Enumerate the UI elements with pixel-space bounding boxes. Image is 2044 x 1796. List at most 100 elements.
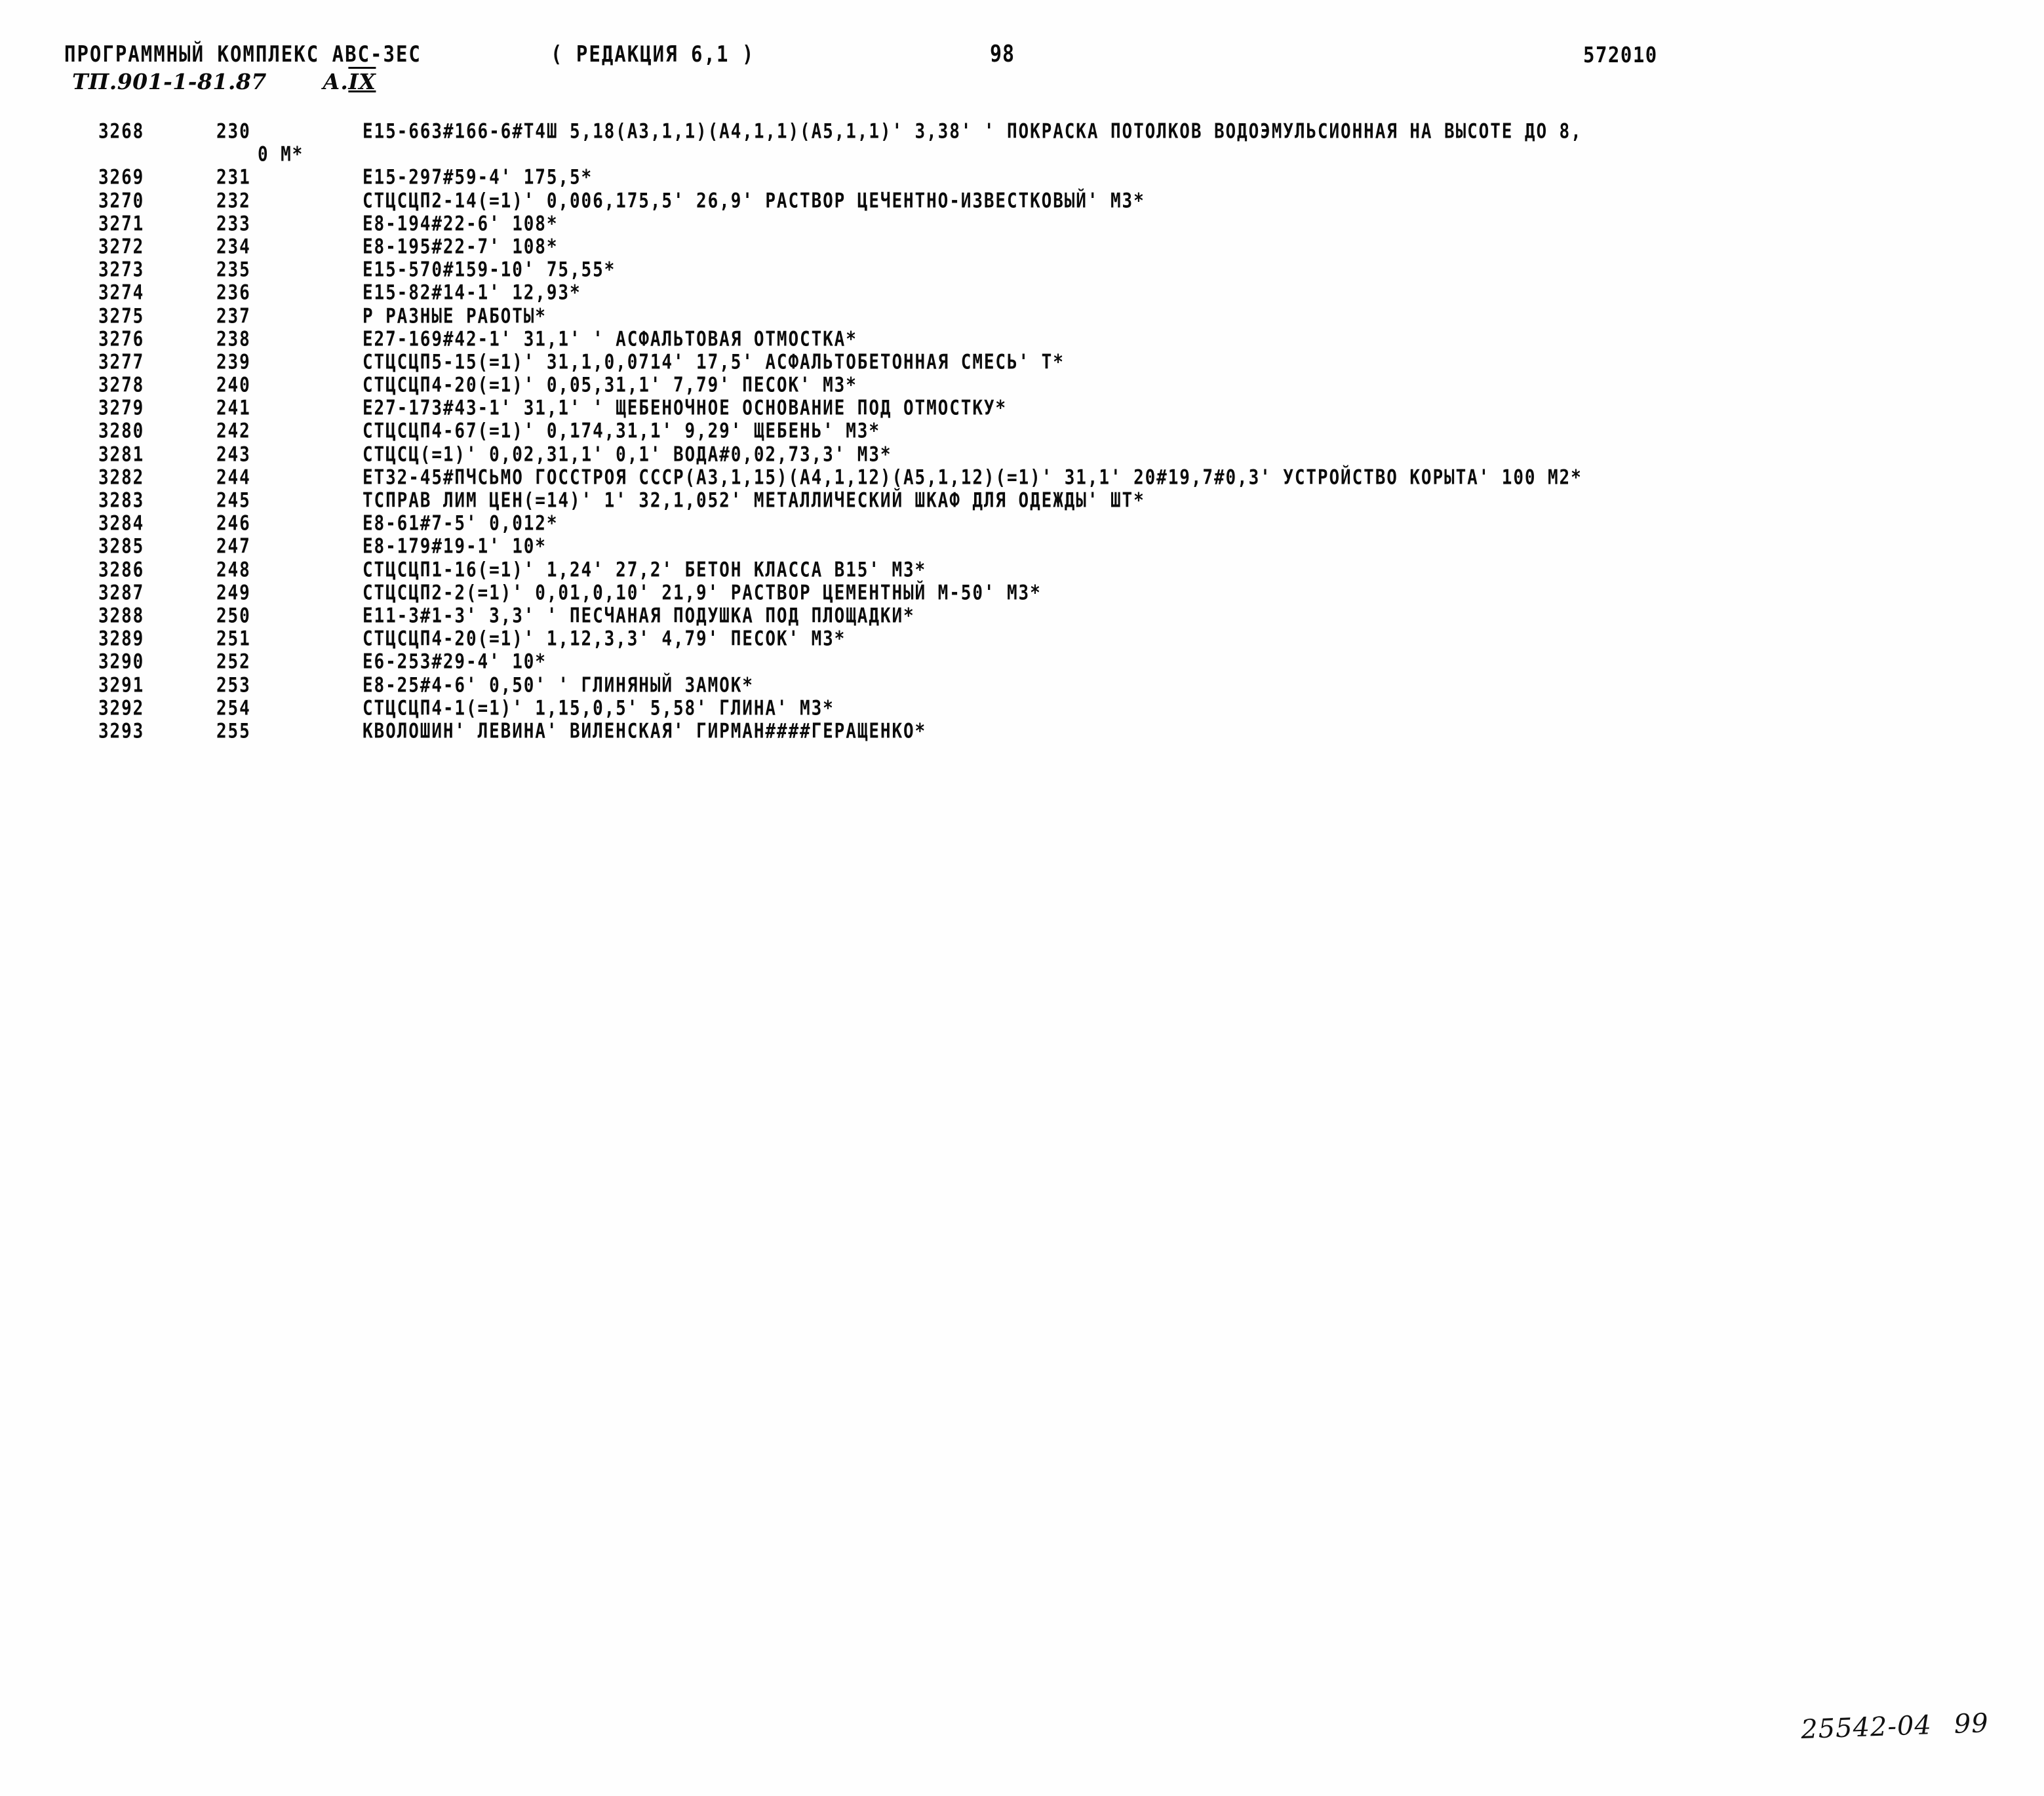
row-sequence-number: 3268: [98, 120, 145, 144]
row-position-number: 251: [216, 627, 251, 652]
page-header-handwritten-line: ТП.901-1-81.87 А.IX: [0, 69, 2044, 100]
row-record-text: Е15-82#14-1' 12,93*: [363, 281, 581, 305]
row-position-number: 246: [216, 512, 251, 536]
row-position-number: 250: [216, 604, 251, 628]
listing-row: 3276 238 Е27-169#42-1' 31,1' ' АСФАЛЬТОВАЯ…: [0, 328, 2044, 351]
row-position-number: 238: [216, 327, 251, 351]
row-record-text: СТЦСЦП4-67(=1)' 0,174,31,1' 9,29' ЩЕБЕНЬ…: [363, 420, 880, 444]
row-sequence-number: 3282: [98, 465, 145, 490]
row-sequence-number: 3291: [98, 673, 145, 697]
row-position-number: 252: [216, 650, 251, 674]
listing-row: 3290 252 Е6-253#29-4' 10*: [0, 650, 2044, 674]
row-sequence-number: 3292: [98, 696, 145, 720]
row-position-number: 245: [216, 489, 251, 513]
row-sequence-number: 3285: [98, 535, 145, 559]
program-edition: ( РЕДАКЦИЯ 6,1 ): [551, 41, 755, 68]
row-record-text: ЕТ32-45#ПЧСЬМО ГОССТРОЯ СССР(А3,1,15)(А4…: [363, 465, 1582, 490]
row-position-number: 254: [216, 696, 251, 720]
listing-row-continuation: 0 М*: [0, 143, 2044, 166]
row-sequence-number: 3269: [98, 166, 145, 190]
row-position-number: 248: [216, 558, 251, 582]
document-code: 572010: [1583, 42, 1658, 68]
row-sequence-number: 3272: [98, 235, 145, 259]
listing-row: 3283 245 ТСПРАВ ЛИМ ЦЕН(=14)' 1' 32,1,052'…: [0, 489, 2044, 513]
row-position-number: 234: [216, 235, 251, 259]
row-sequence-number: 3279: [98, 397, 145, 421]
row-record-text: СТЦСЦП1-16(=1)' 1,24' 27,2' БЕТОН КЛАССА…: [363, 558, 927, 582]
album-prefix: А.: [323, 69, 349, 94]
archive-mark-number: 25542-04: [1800, 1710, 1933, 1746]
row-record-text: Р РАЗНЫЕ РАБОТЫ*: [363, 304, 547, 328]
row-record-text: СТЦСЦП4-20(=1)' 0,05,31,1' 7,79' ПЕСОК' …: [363, 374, 857, 398]
row-record-text: Е15-663#166-6#Т4Ш 5,18(А3,1,1)(А4,1,1)(А…: [363, 120, 1582, 144]
row-position-number: 235: [216, 258, 251, 283]
row-position-number: 241: [216, 397, 251, 421]
row-record-text: КВОЛОШИН' ЛЕВИНА' ВИЛЕНСКАЯ' ГИРМАН####Г…: [363, 719, 927, 743]
row-record-text: СТЦСЦ(=1)' 0,02,31,1' 0,1' ВОДА#0,02,73,…: [363, 442, 892, 467]
row-position-number: 231: [216, 166, 251, 190]
row-sequence-number: 3276: [98, 327, 145, 351]
row-record-text: Е8-194#22-6' 108*: [363, 212, 559, 236]
row-position-number: 243: [216, 442, 251, 467]
listing-row: 3286 248 СТЦСЦП1-16(=1)' 1,24' 27,2' БЕТОН…: [0, 558, 2044, 582]
row-sequence-number: 3277: [98, 350, 145, 374]
listing-row: 3288 250 Е11-3#1-3' 3,3' ' ПЕСЧАНАЯ ПОДУШК…: [0, 604, 2044, 628]
row-record-text: Е8-179#19-1' 10*: [363, 535, 547, 559]
project-code: ТП.901-1-81.87: [72, 69, 267, 94]
row-record-text: Е8-61#7-5' 0,012*: [363, 512, 559, 536]
listing-row: 3277 239 СТЦСЦП5-15(=1)' 31,1,0,0714' 17,5…: [0, 351, 2044, 374]
row-sequence-number: 3287: [98, 581, 145, 605]
row-record-text: СТЦСЦП4-1(=1)' 1,15,0,5' 5,58' ГЛИНА' М3…: [363, 696, 835, 720]
row-record-text: СТЦСЦП4-20(=1)' 1,12,3,3' 4,79' ПЕСОК' М…: [363, 627, 846, 652]
row-position-number: 240: [216, 374, 251, 398]
row-record-text: Е8-195#22-7' 108*: [363, 235, 559, 259]
row-sequence-number: 3288: [98, 604, 145, 628]
listing-row: 3268 230 Е15-663#166-6#Т4Ш 5,18(А3,1,1)(А4…: [0, 120, 2044, 144]
listing-row: 3274 236 Е15-82#14-1' 12,93*: [0, 281, 2044, 305]
row-record-text: Е15-570#159-10' 75,55*: [363, 258, 616, 283]
row-sequence-number: 3289: [98, 627, 145, 652]
row-sequence-number: 3270: [98, 189, 145, 213]
row-position-number: 255: [216, 719, 251, 743]
row-position-number: 236: [216, 281, 251, 305]
row-record-text: Е27-173#43-1' 31,1' ' ЩЕБЕНОЧНОЕ ОСНОВАН…: [363, 397, 1007, 421]
row-position-number: 242: [216, 420, 251, 444]
row-record-text: СТЦСЦП2-14(=1)' 0,006,175,5' 26,9' РАСТВ…: [363, 189, 1145, 213]
sheet-number: 99: [1953, 1708, 1990, 1740]
row-sequence-number: 3275: [98, 304, 145, 328]
album-roman-numeral: IX: [348, 69, 376, 94]
listing-row: 3282 244 ЕТ32-45#ПЧСЬМО ГОССТРОЯ СССР(А3,1…: [0, 465, 2044, 490]
row-sequence-number: 3280: [98, 420, 145, 444]
row-sequence-number: 3274: [98, 281, 145, 305]
row-sequence-number: 3273: [98, 258, 145, 283]
row-record-text-continuation: 0 М*: [258, 143, 304, 167]
program-title: ПРОГРАММНЫЙ КОМПЛЕКС АВС-3ЕС: [64, 41, 422, 68]
listing-row: 3284 246 Е8-61#7-5' 0,012*: [0, 512, 2044, 536]
row-position-number: 230: [216, 120, 251, 144]
row-record-text: Е8-25#4-6' 0,50' ' ГЛИНЯНЫЙ ЗАМОК*: [363, 673, 754, 697]
row-sequence-number: 3281: [98, 442, 145, 467]
listing-row: 3278 240 СТЦСЦП4-20(=1)' 0,05,31,1' 7,79' …: [0, 374, 2044, 397]
archive-mark: 25542-04 99: [1763, 1678, 1990, 1776]
listing-row: 3275 237 Р РАЗНЫЕ РАБОТЫ*: [0, 305, 2044, 328]
row-record-text: Е11-3#1-3' 3,3' ' ПЕСЧАНАЯ ПОДУШКА ПОД П…: [363, 604, 915, 628]
row-position-number: 232: [216, 189, 251, 213]
listing-row: 3281 243 СТЦСЦ(=1)' 0,02,31,1' 0,1' ВОДА#0…: [0, 442, 2044, 467]
listing-row: 3287 249 СТЦСЦП2-2(=1)' 0,01,0,10' 21,9' Р…: [0, 581, 2044, 605]
listing-body: 3268 230 Е15-663#166-6#Т4Ш 5,18(А3,1,1)(А4…: [0, 120, 2044, 743]
row-sequence-number: 3290: [98, 650, 145, 674]
album-label: А.IX: [323, 69, 376, 94]
listing-row: 3270 232 СТЦСЦП2-14(=1)' 0,006,175,5' 26,9…: [0, 189, 2044, 213]
row-sequence-number: 3283: [98, 489, 145, 513]
row-position-number: 244: [216, 465, 251, 490]
listing-row: 3280 242 СТЦСЦП4-67(=1)' 0,174,31,1' 9,29'…: [0, 420, 2044, 444]
row-record-text: Е6-253#29-4' 10*: [363, 650, 547, 674]
row-position-number: 239: [216, 350, 251, 374]
listing-row: 3289 251 СТЦСЦП4-20(=1)' 1,12,3,3' 4,79' П…: [0, 627, 2044, 652]
row-sequence-number: 3271: [98, 212, 145, 236]
row-sequence-number: 3293: [98, 719, 145, 743]
listing-row: 3293 255 КВОЛОШИН' ЛЕВИНА' ВИЛЕНСКАЯ' ГИРМ…: [0, 720, 2044, 743]
row-position-number: 233: [216, 212, 251, 236]
row-record-text: Е15-297#59-4' 175,5*: [363, 166, 593, 190]
row-sequence-number: 3284: [98, 512, 145, 536]
